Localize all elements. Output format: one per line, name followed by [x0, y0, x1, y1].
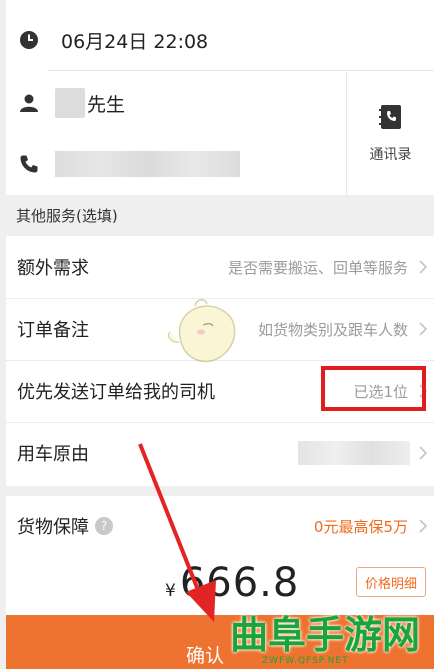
goods-insurance-value: 0元最高保5万 [313, 517, 408, 536]
person-icon [20, 94, 38, 112]
preferred-driver-label: 优先发送订单给我的司机 [17, 382, 215, 403]
site-watermark-url: ZWFW.QFSP.NET [262, 656, 349, 666]
contact-name-text: 先生 [87, 93, 126, 116]
chevron-right-icon [419, 519, 428, 533]
site-watermark-text: 曲阜手游网 [230, 612, 421, 657]
extra-requirements-item[interactable]: 额外需求 是否需要搬运、回单等服务 [6, 236, 434, 298]
contacts-book-icon [378, 104, 401, 129]
pickup-time-text: 06月24日 22:08 [61, 30, 209, 53]
clock-icon [20, 31, 38, 49]
other-services-title: 其他服务(选填) [16, 207, 118, 225]
contact-name-row[interactable]: 先生 [6, 78, 346, 128]
blurred-reason-value [298, 441, 410, 465]
contact-phone-row[interactable] [6, 140, 346, 188]
arrow-annotation-icon [138, 443, 216, 622]
chevron-right-icon [419, 322, 428, 336]
goods-insurance-label: 货物保障 [17, 517, 89, 538]
divider [48, 70, 434, 71]
confirm-button-label: 确认 [186, 644, 225, 667]
chevron-right-icon [419, 446, 428, 460]
order-remark-value: 如货物类别及跟车人数 [257, 320, 408, 339]
blurred-phone-number [55, 151, 240, 177]
extra-requirements-label: 额外需求 [17, 258, 89, 279]
blurred-surname [55, 88, 85, 118]
chevron-right-icon [419, 260, 428, 274]
contacts-button[interactable]: 通讯录 [347, 72, 434, 195]
pickup-time-row[interactable]: 06月24日 22:08 [6, 12, 434, 68]
mascot-watermark-icon [167, 299, 236, 363]
vehicle-reason-label: 用车原由 [17, 444, 89, 465]
phone-icon [20, 155, 38, 173]
help-icon[interactable]: ? [95, 517, 113, 535]
contacts-label: 通讯录 [369, 146, 412, 163]
order-remark-label: 订单备注 [17, 320, 89, 341]
extra-requirements-value: 是否需要搬运、回单等服务 [227, 258, 408, 277]
highlight-box-annotation [321, 366, 426, 411]
price-detail-button[interactable]: 价格明细 [356, 567, 426, 597]
